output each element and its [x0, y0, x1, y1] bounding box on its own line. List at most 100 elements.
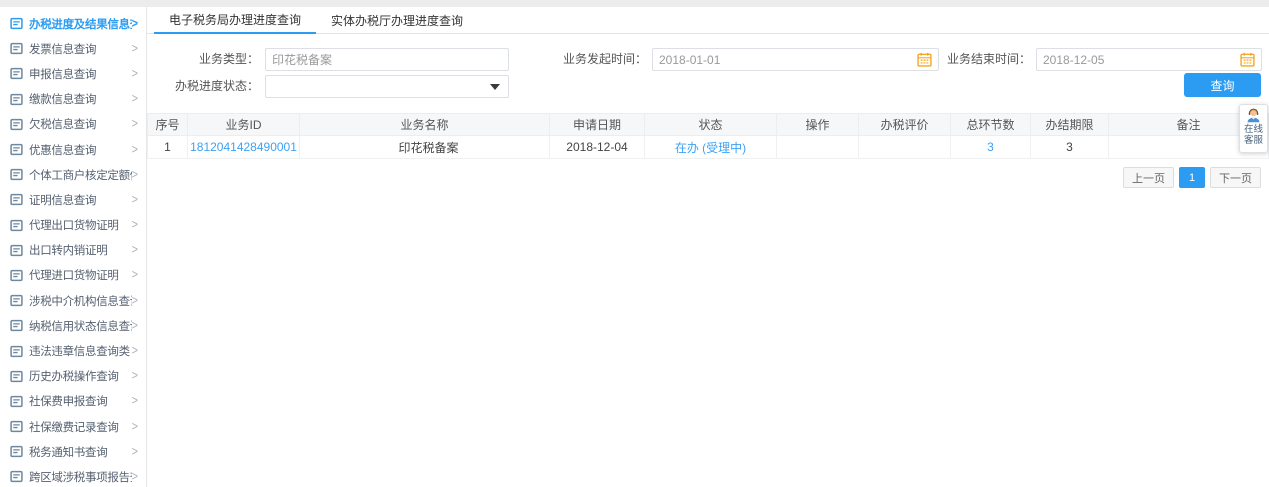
table-row: 1 1812041428490001 印花税备案 2018-12-04 在办 (…	[147, 135, 1269, 159]
sidebar-item-history-tax-operation-query[interactable]: 历史办税操作查询 >	[0, 364, 146, 389]
cell-status: 在办 (受理中)	[644, 135, 777, 159]
prev-page-button[interactable]: 上一页	[1123, 167, 1174, 188]
sidebar-item-tax-arrears-query[interactable]: 欠税信息查询 >	[0, 112, 146, 137]
sidebar-item-social-insurance-declaration-query[interactable]: 社保费申报查询 >	[0, 389, 146, 414]
tab-etax-bureau-progress-query[interactable]: 电子税务局办理进度查询	[154, 7, 317, 34]
badge-icon	[10, 445, 23, 458]
sidebar-item-agent-export-certificate[interactable]: 代理出口货物证明 >	[0, 213, 146, 238]
sidebar-item-social-insurance-payment-record-query[interactable]: 社保缴费记录查询 >	[0, 414, 146, 439]
top-strip	[0, 0, 1269, 7]
chevron-down-icon	[490, 83, 500, 90]
end-time-label: 业务结束时间：	[946, 52, 1031, 66]
business-type-label: 业务类型：	[198, 52, 259, 66]
document-icon	[10, 17, 23, 30]
start-time-input[interactable]	[659, 52, 913, 67]
col-business-id: 业务ID	[187, 113, 300, 136]
document-icon	[10, 118, 23, 131]
sidebar-item-export-to-domestic-certificate[interactable]: 出口转内销证明 >	[0, 238, 146, 263]
chevron-right-icon: >	[131, 293, 138, 308]
service-label-line1: 在线	[1243, 124, 1263, 135]
chevron-right-icon: >	[131, 469, 138, 485]
cell-total-steps: 3	[950, 135, 1031, 159]
sidebar-item-tax-progress-result-query[interactable]: 办税进度及结果信息查询 >	[0, 11, 146, 36]
cell-tax-evaluation	[858, 135, 951, 159]
sidebar-item-label: 办税进度及结果信息查询	[29, 18, 132, 31]
page-1-button[interactable]: 1	[1179, 167, 1205, 188]
chevron-right-icon: >	[131, 91, 138, 107]
sidebar-item-individual-quota-query[interactable]: 个体工商户核定定额信息查询 >	[0, 162, 146, 187]
document-icon	[10, 370, 23, 383]
query-button[interactable]: 查询	[1184, 73, 1261, 97]
sidebar-item-label: 申报信息查询	[29, 68, 97, 81]
chevron-right-icon: >	[131, 394, 138, 409]
sidebar-item-agent-import-certificate[interactable]: 代理进口货物证明 >	[0, 263, 146, 288]
sidebar-item-label: 优惠信息查询	[29, 144, 97, 157]
sidebar-item-preferential-info-query[interactable]: 优惠信息查询 >	[0, 137, 146, 162]
col-seq: 序号	[147, 113, 188, 136]
sidebar-item-label: 涉税中介机构信息查询	[29, 295, 132, 308]
sidebar-item-tax-notice-query[interactable]: 税务通知书查询 >	[0, 439, 146, 464]
status-link[interactable]: 在办 (受理中)	[675, 141, 746, 155]
document-icon	[10, 345, 23, 358]
end-time-input[interactable]	[1043, 52, 1236, 67]
content-area: 电子税务局办理进度查询 实体办税厅办理进度查询 业务类型： 业务发起时间： 业务…	[147, 7, 1269, 487]
business-id-link[interactable]: 1812041428490001	[190, 140, 297, 154]
tab-physical-tax-hall-progress-query[interactable]: 实体办税厅办理进度查询	[316, 7, 478, 33]
sidebar-item-violation-info-query[interactable]: 违法违章信息查询类 >	[0, 338, 146, 363]
chevron-right-icon: >	[131, 243, 138, 258]
page: 办税进度及结果信息查询 > 发票信息查询 > 申报信息查询 > 缴款信息查询 >…	[0, 0, 1269, 487]
sidebar-item-cross-region-tax-report-query[interactable]: 跨区域涉税事项报告查询 >	[0, 464, 146, 487]
cell-business-name: 印花税备案	[299, 135, 550, 159]
chevron-right-icon: >	[131, 192, 138, 208]
chevron-right-icon: >	[131, 217, 138, 233]
pagination: 上一页 1 下一页	[147, 167, 1261, 188]
cell-deadline: 3	[1030, 135, 1109, 159]
document-icon	[10, 93, 23, 106]
sidebar-item-certificate-info-query[interactable]: 证明信息查询 >	[0, 187, 146, 212]
col-total-steps: 总环节数	[950, 113, 1031, 136]
sidebar-item-label: 纳税信用状态信息查询	[29, 320, 132, 333]
next-page-button[interactable]: 下一页	[1210, 167, 1261, 188]
sidebar-item-label: 欠税信息查询	[29, 119, 97, 132]
sidebar-item-label: 跨区域涉税事项报告查询	[29, 471, 132, 484]
end-time-field[interactable]	[1036, 48, 1262, 71]
document-icon	[10, 168, 23, 181]
sidebar-item-label: 税务通知书查询	[29, 446, 108, 459]
sidebar-item-label: 代理进口货物证明	[29, 270, 119, 283]
sidebar: 办税进度及结果信息查询 > 发票信息查询 > 申报信息查询 > 缴款信息查询 >…	[0, 7, 147, 487]
sidebar-item-label: 历史办税操作查询	[29, 371, 119, 384]
document-icon	[10, 470, 23, 483]
document-icon	[10, 42, 23, 55]
sidebar-item-label: 违法违章信息查询类	[29, 346, 130, 359]
document-icon	[10, 219, 23, 232]
online-service-widget[interactable]: 在线 客服	[1239, 104, 1268, 153]
chevron-right-icon: >	[131, 16, 138, 31]
business-type-field[interactable]	[265, 48, 509, 71]
sidebar-item-tax-intermediary-query[interactable]: 涉税中介机构信息查询 >	[0, 288, 146, 313]
sidebar-item-label: 证明信息查询	[29, 194, 97, 207]
progress-status-select[interactable]	[265, 75, 509, 98]
sidebar-item-label: 发票信息查询	[29, 43, 97, 56]
col-status: 状态	[644, 113, 777, 136]
sidebar-item-payment-info-query[interactable]: 缴款信息查询 >	[0, 87, 146, 112]
col-tax-evaluation: 办税评价	[858, 113, 951, 136]
calendar-icon[interactable]	[1240, 52, 1255, 67]
filter-form: 业务类型： 业务发起时间： 业务结束时间： 办税进度状态：	[147, 40, 1269, 102]
search-icon	[10, 420, 23, 433]
col-business-name: 业务名称	[299, 113, 550, 136]
chevron-right-icon: >	[131, 167, 138, 182]
sidebar-item-invoice-info-query[interactable]: 发票信息查询 >	[0, 36, 146, 61]
sidebar-item-label: 出口转内销证明	[29, 245, 108, 258]
business-type-input[interactable]	[272, 52, 502, 67]
document-icon	[10, 143, 23, 156]
sidebar-item-tax-credit-status-query[interactable]: 纳税信用状态信息查询 >	[0, 313, 146, 338]
progress-status-label: 办税进度状态：	[174, 79, 259, 93]
document-icon	[10, 244, 23, 257]
start-time-field[interactable]	[652, 48, 939, 71]
sidebar-item-declaration-info-query[interactable]: 申报信息查询 >	[0, 61, 146, 86]
chevron-right-icon: >	[131, 369, 138, 384]
chevron-right-icon: >	[131, 343, 138, 359]
total-steps-link[interactable]: 3	[987, 140, 994, 154]
sidebar-item-label: 代理出口货物证明	[29, 220, 119, 233]
cell-seq: 1	[147, 135, 188, 159]
